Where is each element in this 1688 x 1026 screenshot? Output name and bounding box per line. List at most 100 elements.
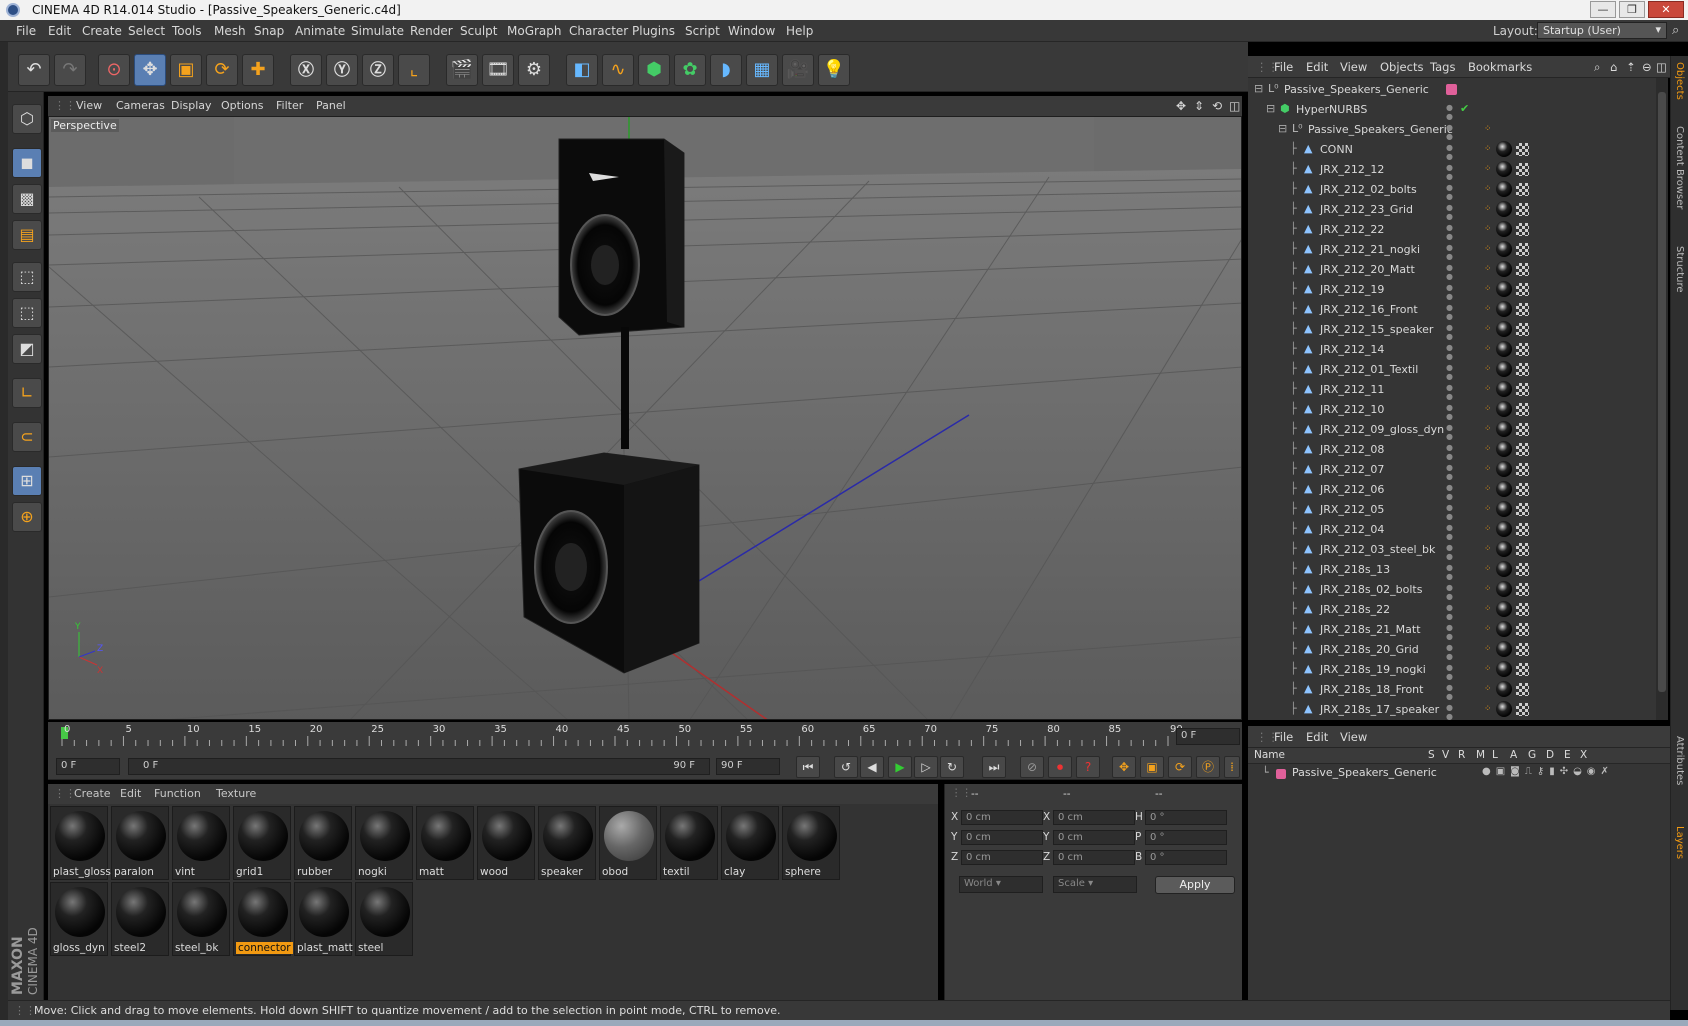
material-swatch[interactable]: vint xyxy=(172,806,230,880)
scale-dropdown[interactable]: Scale ▾ xyxy=(1053,876,1137,893)
menu-tools[interactable]: Tools xyxy=(172,24,202,38)
world-dropdown[interactable]: World ▾ xyxy=(959,876,1043,893)
viewport-menu-cameras[interactable]: Cameras xyxy=(116,99,165,112)
menu-simulate[interactable]: Simulate xyxy=(351,24,404,38)
phong-tag-icon[interactable]: ⁘ xyxy=(1484,544,1492,554)
visibility-dots[interactable]: ● ● xyxy=(1446,663,1454,681)
uvw-tag-icon[interactable] xyxy=(1516,263,1529,276)
viewport-rotate-icon[interactable]: ⟲ xyxy=(1212,99,1222,113)
tree-row[interactable]: ├ ▲ JRX_212_22 ● ● ⁘ xyxy=(1248,220,1656,241)
tree-row[interactable]: ├ ▲ JRX_212_09_gloss_dyn ● ● ⁘ xyxy=(1248,420,1656,441)
object-search-icon[interactable]: ⌕ xyxy=(1594,60,1600,75)
visibility-dots[interactable]: ● ● xyxy=(1446,703,1454,721)
uvw-tag-icon[interactable] xyxy=(1516,383,1529,396)
phong-tag-icon[interactable]: ⁘ xyxy=(1484,584,1492,594)
auto-key-icon[interactable]: ? xyxy=(1076,756,1100,778)
layer-column-header[interactable]: M xyxy=(1476,749,1485,761)
tree-row[interactable]: ├ ▲ JRX_218s_20_Grid ● ● ⁘ xyxy=(1248,640,1656,661)
locked-workplane-icon[interactable]: ⊕ xyxy=(12,502,42,532)
material-tag-icon[interactable] xyxy=(1496,301,1512,317)
material-swatch[interactable]: steel xyxy=(355,882,413,956)
object-menu-view[interactable]: View xyxy=(1340,60,1367,74)
layer-menu-view[interactable]: View xyxy=(1340,730,1367,744)
phong-tag-icon[interactable]: ⁘ xyxy=(1484,224,1492,234)
tree-row[interactable]: ├ ▲ JRX_212_03_steel_bk ● ● ⁘ xyxy=(1248,540,1656,561)
apply-button[interactable]: Apply xyxy=(1155,876,1235,894)
go-to-start-icon[interactable]: ⏮ xyxy=(796,756,820,778)
visibility-dots[interactable]: ● ● xyxy=(1446,503,1454,521)
material-tag-icon[interactable] xyxy=(1496,621,1512,637)
viewport-zoom-icon[interactable]: ⇕ xyxy=(1194,99,1204,113)
material-tag-icon[interactable] xyxy=(1496,141,1512,157)
menu-script[interactable]: Script xyxy=(685,24,720,38)
uvw-tag-icon[interactable] xyxy=(1516,623,1529,636)
model-mode-icon[interactable]: ◼ xyxy=(12,148,42,178)
tree-row[interactable]: ├ ▲ JRX_218s_18_Front ● ● ⁘ xyxy=(1248,680,1656,701)
object-menu-file[interactable]: File xyxy=(1274,60,1293,74)
material-swatch[interactable]: connector xyxy=(233,882,293,956)
uvw-tag-icon[interactable] xyxy=(1516,283,1529,296)
object-up-icon[interactable]: ⇡ xyxy=(1626,60,1636,74)
phong-tag-icon[interactable]: ⁘ xyxy=(1484,324,1492,334)
tree-row[interactable]: ├ ▲ JRX_218s_02_bolts ● ● ⁘ xyxy=(1248,580,1656,601)
visibility-dots[interactable]: ● ● xyxy=(1446,303,1454,321)
visibility-dots[interactable]: ● ● xyxy=(1446,483,1454,501)
layer-color-swatch[interactable] xyxy=(1446,84,1457,95)
visibility-dots[interactable]: ● ● xyxy=(1446,383,1454,401)
tree-row[interactable]: ├ ▲ JRX_212_23_Grid ● ● ⁘ xyxy=(1248,200,1656,221)
coord-value-field[interactable]: 0 cm xyxy=(1053,850,1135,865)
coord-value-field[interactable]: 0 cm xyxy=(961,830,1043,845)
key-parameter-icon[interactable]: Ⓟ xyxy=(1196,756,1220,778)
scrollbar-thumb[interactable] xyxy=(1658,92,1666,692)
material-tag-icon[interactable] xyxy=(1496,641,1512,657)
menu-window[interactable]: Window xyxy=(728,24,775,38)
tree-row-hypernurbs[interactable]: ⊟ ⬢ HyperNURBS ● ● ✔ xyxy=(1248,100,1656,121)
coordinate-system-icon[interactable]: ⌞ xyxy=(398,54,430,86)
uvw-tag-icon[interactable] xyxy=(1516,163,1529,176)
y-axis-lock-icon[interactable]: Ⓨ xyxy=(326,54,358,86)
viewport-menu-panel[interactable]: Panel xyxy=(316,99,346,112)
uvw-tag-icon[interactable] xyxy=(1516,523,1529,536)
camera-icon[interactable]: 🎥 xyxy=(782,54,814,86)
menu-mograph[interactable]: MoGraph xyxy=(507,24,562,38)
coord-value-field[interactable]: 0 ° xyxy=(1145,850,1227,865)
visibility-dots[interactable]: ● ● xyxy=(1446,183,1454,201)
visibility-dots[interactable]: ● ● xyxy=(1446,523,1454,541)
coord-value-field[interactable]: 0 ° xyxy=(1145,810,1227,825)
visibility-dots[interactable]: ● ● xyxy=(1446,563,1454,581)
layer-column-header[interactable]: R xyxy=(1458,749,1465,761)
material-tag-icon[interactable] xyxy=(1496,201,1512,217)
menu-mesh[interactable]: Mesh xyxy=(214,24,246,38)
previous-key-icon[interactable]: ↺ xyxy=(834,756,858,778)
make-editable-icon[interactable]: ⬡ xyxy=(12,104,42,134)
menu-character[interactable]: Character xyxy=(569,24,628,38)
recent-tool-icon[interactable]: ✚ xyxy=(242,54,274,86)
tab-attributes[interactable]: Attributes xyxy=(1674,736,1685,785)
material-menu-edit[interactable]: Edit xyxy=(120,787,141,800)
visibility-dots[interactable]: ● ● xyxy=(1446,123,1454,141)
next-key-icon[interactable]: ↻ xyxy=(940,756,964,778)
maximize-button[interactable]: ❐ xyxy=(1619,1,1645,18)
cube-primitive-icon[interactable]: ◧ xyxy=(566,54,598,86)
collapse-toggle-icon[interactable]: ⊟ xyxy=(1266,102,1278,116)
z-axis-lock-icon[interactable]: Ⓩ xyxy=(362,54,394,86)
menu-animate[interactable]: Animate xyxy=(295,24,345,38)
layer-flag-icons[interactable]: ●▣◙⎍⚷▮✣◒◉✗ xyxy=(1482,766,1614,777)
layer-column-header[interactable]: G xyxy=(1528,749,1536,761)
object-menu-edit[interactable]: Edit xyxy=(1306,60,1328,74)
tree-row[interactable]: ├ ▲ JRX_212_19 ● ● ⁘ xyxy=(1248,280,1656,301)
viewport-menu-view[interactable]: View xyxy=(76,99,102,112)
visibility-dots[interactable]: ● ● xyxy=(1446,103,1454,121)
visibility-dots[interactable]: ● ● xyxy=(1446,623,1454,641)
uvw-tag-icon[interactable] xyxy=(1516,603,1529,616)
material-tag-icon[interactable] xyxy=(1496,521,1512,537)
enabled-check-icon[interactable]: ✔ xyxy=(1460,102,1469,115)
key-rotation-icon[interactable]: ⟳ xyxy=(1168,756,1192,778)
keyframe-selection-icon[interactable]: ⊘ xyxy=(1020,756,1044,778)
phong-tag-icon[interactable]: ⁘ xyxy=(1484,184,1492,194)
tree-row[interactable]: ├ ▲ JRX_212_14 ● ● ⁘ xyxy=(1248,340,1656,361)
menu-plugins[interactable]: Plugins xyxy=(632,24,675,38)
visibility-dots[interactable]: ● ● xyxy=(1446,363,1454,381)
phong-tag-icon[interactable]: ⁘ xyxy=(1484,684,1492,694)
material-tag-icon[interactable] xyxy=(1496,601,1512,617)
